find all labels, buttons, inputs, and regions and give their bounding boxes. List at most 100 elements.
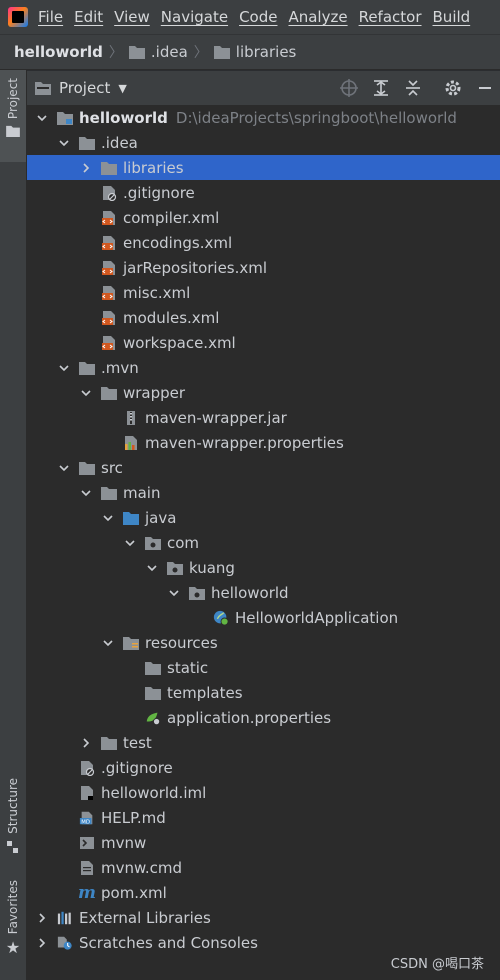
tree-item-idea[interactable]: .idea [27, 130, 500, 155]
project-path: D:\ideaProjects\springboot\helloworld [175, 108, 457, 127]
tree-label: resources [145, 633, 218, 652]
chevron-down-icon[interactable] [123, 536, 137, 550]
tree-item-src[interactable]: src [27, 455, 500, 480]
project-view-selector[interactable]: Project ▼ [35, 79, 127, 97]
properties-file-icon [123, 435, 139, 451]
tree-item-root-gitignore[interactable]: .gitignore [27, 755, 500, 780]
tree-item-maven-wrapper-properties[interactable]: maven-wrapper.properties [27, 430, 500, 455]
tree-item-kuang[interactable]: kuang [27, 555, 500, 580]
tree-label: modules.xml [123, 308, 220, 327]
library-icon [57, 910, 73, 926]
tree-item-helloworldapplication[interactable]: HelloworldApplication [27, 605, 500, 630]
collapse-all-icon[interactable] [402, 77, 424, 99]
folder-icon [101, 735, 117, 751]
chevron-down-icon[interactable] [35, 111, 49, 125]
project-tab-label: Project [6, 78, 20, 120]
chevron-right-icon[interactable] [35, 911, 49, 925]
chevron-down-icon[interactable] [79, 486, 93, 500]
iml-file-icon [79, 785, 95, 801]
ignore-file-icon [101, 185, 117, 201]
svg-text:MD: MD [81, 819, 90, 825]
menu-view[interactable]: View [114, 8, 150, 26]
tree-item-helloworld-iml[interactable]: helloworld.iml [27, 780, 500, 805]
chevron-down-icon[interactable] [101, 511, 115, 525]
menu-navigate[interactable]: Navigate [161, 8, 228, 26]
breadcrumb-project[interactable]: helloworld [14, 43, 103, 61]
tree-label: mvnw.cmd [101, 858, 183, 877]
tree-item-jarrepositories-xml[interactable]: jarRepositories.xml [27, 255, 500, 280]
maven-icon: m [78, 882, 96, 903]
favorites-tab-label: Favorites [6, 880, 20, 935]
tree-item-resources[interactable]: resources [27, 630, 500, 655]
scratches-icon [57, 935, 73, 951]
menu-build[interactable]: Build [433, 8, 471, 26]
package-icon [189, 585, 205, 601]
tree-item-modules-xml[interactable]: modules.xml [27, 305, 500, 330]
folder-icon [145, 685, 161, 701]
menu-bar: File Edit View Navigate Code Analyze Ref… [0, 0, 500, 34]
intellij-logo-icon [8, 7, 28, 27]
tree-item-libraries[interactable]: libraries [27, 155, 500, 180]
expand-all-icon[interactable] [370, 77, 392, 99]
chevron-right-icon[interactable] [35, 936, 49, 950]
folder-icon [79, 360, 95, 376]
tab-project[interactable]: Project [0, 70, 26, 162]
tree-item-mvnw-cmd[interactable]: mvnw.cmd [27, 855, 500, 880]
menu-file[interactable]: File [38, 8, 63, 26]
tree-item-application-properties[interactable]: application.properties [27, 705, 500, 730]
project-tree: helloworld D:\ideaProjects\springboot\he… [27, 105, 500, 980]
chevron-down-icon[interactable] [167, 586, 181, 600]
tree-item-test[interactable]: test [27, 730, 500, 755]
tab-structure[interactable]: Structure [0, 778, 26, 862]
menu-analyze[interactable]: Analyze [288, 8, 347, 26]
tree-item-compiler-xml[interactable]: compiler.xml [27, 205, 500, 230]
tree-item-pom-xml[interactable]: m pom.xml [27, 880, 500, 905]
tree-item-misc-xml[interactable]: misc.xml [27, 280, 500, 305]
tree-item-external-libraries[interactable]: External Libraries [27, 905, 500, 930]
menu-edit[interactable]: Edit [74, 8, 103, 26]
minimize-icon[interactable] [474, 77, 496, 99]
chevron-right-icon[interactable] [79, 161, 93, 175]
menu-refactor[interactable]: Refactor [359, 8, 422, 26]
tree-item-static[interactable]: static [27, 655, 500, 680]
folder-icon [79, 135, 95, 151]
chevron-down-icon[interactable] [57, 461, 71, 475]
chevron-down-icon[interactable] [57, 136, 71, 150]
tree-item-encodings-xml[interactable]: encodings.xml [27, 230, 500, 255]
menu-code[interactable]: Code [239, 8, 277, 26]
module-folder-icon [57, 110, 73, 126]
folder-icon [6, 125, 20, 138]
tree-label: HELP.md [101, 808, 166, 827]
chevron-down-icon[interactable] [57, 361, 71, 375]
chevron-right-icon[interactable] [79, 736, 93, 750]
chevron-down-icon[interactable] [79, 386, 93, 400]
tree-item-workspace-xml[interactable]: workspace.xml [27, 330, 500, 355]
tree-item-gitignore[interactable]: .gitignore [27, 180, 500, 205]
chevron-down-icon[interactable] [145, 561, 159, 575]
breadcrumb-libraries[interactable]: libraries [213, 43, 296, 61]
tree-item-scratches-and-consoles[interactable]: Scratches and Consoles [27, 930, 500, 955]
spring-boot-class-icon [213, 610, 229, 626]
tree-label: .mvn [101, 358, 139, 377]
tree-label: static [167, 658, 209, 677]
tree-item-com[interactable]: com [27, 530, 500, 555]
tree-item-java[interactable]: java [27, 505, 500, 530]
tree-item-mvn[interactable]: .mvn [27, 355, 500, 380]
gear-icon[interactable] [442, 77, 464, 99]
tree-item-maven-wrapper-jar[interactable]: maven-wrapper.jar [27, 405, 500, 430]
tab-favorites[interactable]: Favorites ★ [0, 880, 26, 964]
star-icon: ★ [5, 938, 21, 958]
tree-item-main[interactable]: main [27, 480, 500, 505]
chevron-down-icon[interactable] [101, 636, 115, 650]
breadcrumb-idea[interactable]: .idea [128, 43, 188, 61]
tree-item-wrapper[interactable]: wrapper [27, 380, 500, 405]
tree-root-helloworld[interactable]: helloworld D:\ideaProjects\springboot\he… [27, 105, 500, 130]
tree-label: .gitignore [123, 183, 195, 202]
tree-item-templates[interactable]: templates [27, 680, 500, 705]
tree-item-helloworld-package[interactable]: helloworld [27, 580, 500, 605]
tree-item-mvnw[interactable]: mvnw [27, 830, 500, 855]
source-folder-icon [123, 510, 139, 526]
tree-item-help-md[interactable]: MD HELP.md [27, 805, 500, 830]
tree-label: helloworld [211, 583, 289, 602]
target-icon[interactable] [338, 77, 360, 99]
